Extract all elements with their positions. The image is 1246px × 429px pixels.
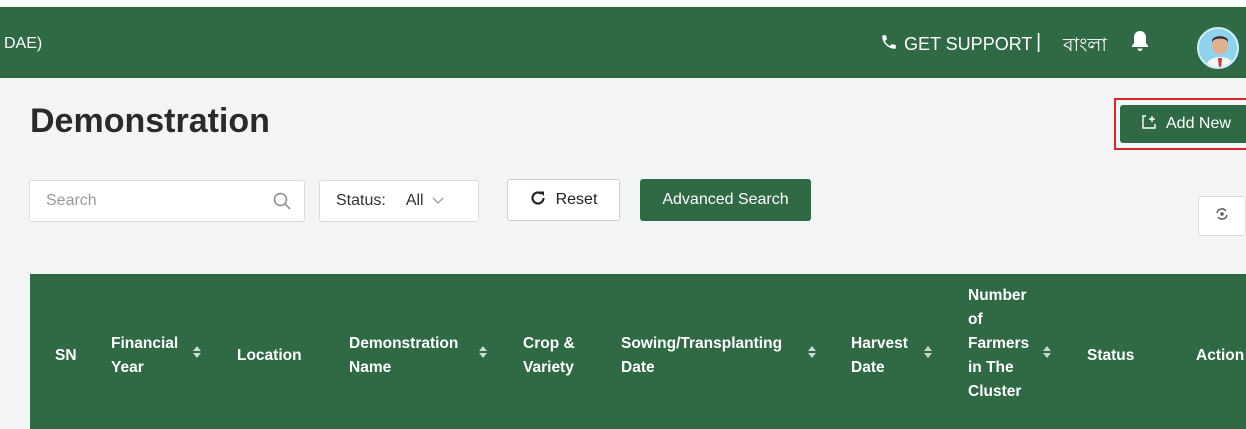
sort-icon[interactable] xyxy=(1042,344,1052,360)
column-header-sowing-date[interactable]: Sowing/Transplanting Date xyxy=(621,332,782,380)
sort-icon[interactable] xyxy=(807,344,817,360)
add-new-highlight: Add New xyxy=(1114,98,1246,150)
reset-icon xyxy=(530,190,546,211)
sort-icon[interactable] xyxy=(478,344,488,360)
column-header-location[interactable]: Location xyxy=(237,344,302,368)
refresh-button[interactable] xyxy=(1198,196,1246,236)
avatar[interactable] xyxy=(1197,27,1239,69)
page-title: Demonstration xyxy=(30,102,270,140)
sort-icon[interactable] xyxy=(923,344,933,360)
get-support-link[interactable]: GET SUPPORT xyxy=(880,33,1032,56)
add-icon xyxy=(1142,114,1156,134)
bell-icon[interactable] xyxy=(1130,29,1150,58)
advanced-search-button[interactable]: Advanced Search xyxy=(640,179,811,221)
column-header-financial-year[interactable]: Financial Year xyxy=(111,332,178,380)
column-header-status[interactable]: Status xyxy=(1087,344,1134,368)
top-navbar: DAE) GET SUPPORT | বাংলা xyxy=(0,7,1246,78)
search-icon[interactable] xyxy=(272,191,292,216)
table-header: SN Financial Year Location Demonstration… xyxy=(30,274,1246,429)
refresh-icon xyxy=(1214,206,1230,227)
column-header-action: Action xyxy=(1196,347,1245,364)
advanced-search-label: Advanced Search xyxy=(662,191,789,208)
search-input[interactable]: Search xyxy=(29,180,305,222)
column-header-harvest-date[interactable]: Harvest Date xyxy=(851,332,908,380)
column-header-demonstration-name[interactable]: Demonstration Name xyxy=(349,332,458,380)
column-header-crop-variety[interactable]: Crop & Variety xyxy=(523,332,575,380)
status-select[interactable]: Status: All xyxy=(319,180,479,222)
status-label: Status: xyxy=(336,192,386,209)
reset-button[interactable]: Reset xyxy=(507,179,620,221)
get-support-label: GET SUPPORT xyxy=(904,34,1033,54)
phone-icon xyxy=(880,33,898,56)
status-value: All xyxy=(405,192,424,209)
column-header-sn: SN xyxy=(55,347,77,364)
search-placeholder: Search xyxy=(46,192,97,209)
add-new-button[interactable]: Add New xyxy=(1120,105,1246,143)
sort-icon[interactable] xyxy=(192,344,202,360)
reset-label: Reset xyxy=(555,191,598,208)
column-header-number-of-farmers[interactable]: Number of Farmers in The Cluster xyxy=(968,284,1029,404)
org-name-fragment: DAE) xyxy=(4,35,43,52)
add-new-label: Add New xyxy=(1166,115,1231,132)
language-toggle[interactable]: বাংলা xyxy=(1063,31,1107,63)
main-content: Demonstration Add New Search Status: All… xyxy=(0,78,1246,429)
chevron-down-icon xyxy=(432,192,444,210)
header-separator: | xyxy=(1036,31,1042,53)
